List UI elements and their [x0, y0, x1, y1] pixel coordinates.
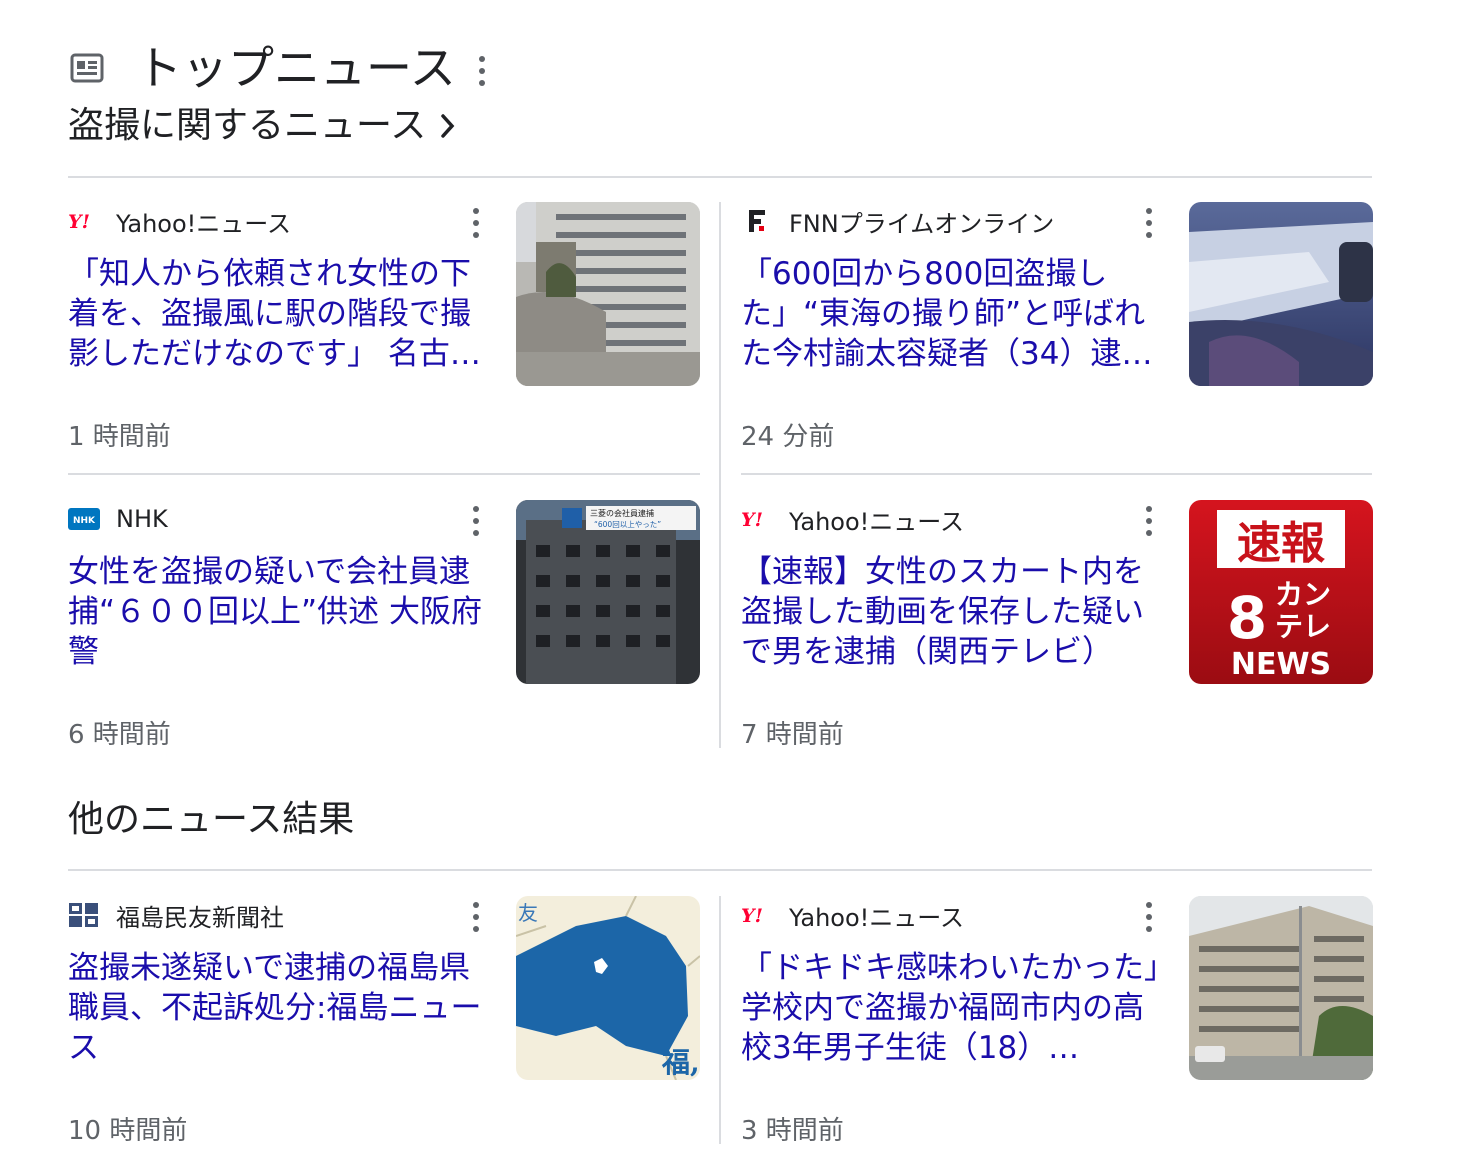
- thumbnail-text: テレ: [1275, 610, 1331, 643]
- timestamp: 1 時間前: [68, 422, 171, 452]
- timestamp: 3 時間前: [741, 1116, 844, 1146]
- news-headline[interactable]: 「知人から依頼され女性の下着を、盗撮風に駅の階段で撮影しただけなのです」 名古…: [68, 254, 492, 374]
- timestamp: 6 時間前: [68, 720, 171, 750]
- more-options-icon[interactable]: [472, 506, 480, 536]
- timestamp: 7 時間前: [741, 720, 844, 750]
- map-label: 福,: [661, 1046, 700, 1079]
- news-thumbnail[interactable]: [516, 202, 700, 386]
- more-options-icon[interactable]: [1145, 208, 1153, 238]
- more-options-icon[interactable]: [1145, 506, 1153, 536]
- news-card[interactable]: NHK NHK 女性を盗撮の疑いで会社員逮捕“６００回以上”供述 大阪府警 三菱…: [68, 500, 700, 770]
- news-headline[interactable]: 「600回から800回盗撮した」“東海の撮り師”と呼ばれた今村諭太容疑者（34）…: [741, 254, 1165, 374]
- news-thumbnail[interactable]: [1189, 896, 1373, 1080]
- news-card[interactable]: 福島民友新聞社 盗撮未遂疑いで逮捕の福島県職員、不起訴処分:福島ニュース 友 福…: [68, 896, 700, 1166]
- yahoo-logo: Y!: [68, 210, 100, 232]
- news-card[interactable]: Y! Yahoo!ニュース 【速報】女性のスカート内を盗撮した動画を保存した疑い…: [741, 500, 1373, 770]
- news-source: Y! Yahoo!ニュース: [68, 209, 292, 238]
- newspaper-icon: [70, 52, 104, 84]
- thumbnail-text: NEWS: [1231, 647, 1331, 682]
- topic-link-label: 盗撮に関するニュース: [68, 105, 427, 146]
- thumbnail-text: カン: [1275, 578, 1331, 611]
- news-headline[interactable]: 【速報】女性のスカート内を盗撮した動画を保存した疑いで男を逮捕（関西テレビ）: [741, 552, 1165, 672]
- svg-text:Y!: Y!: [68, 211, 90, 232]
- news-card[interactable]: Y! Yahoo!ニュース 「ドキドキ感味わいたかった」学校内で盗撮か福岡市内の…: [741, 896, 1373, 1166]
- thumbnail-caption: 三菱の会社員逮捕: [590, 508, 654, 518]
- more-options-icon[interactable]: [478, 56, 486, 86]
- news-source: NHK NHK: [68, 504, 168, 534]
- section-title: 他のニュース結果: [68, 799, 355, 840]
- news-thumbnail[interactable]: 三菱の会社員逮捕 “600回以上やった”: [516, 500, 700, 684]
- divider: [68, 473, 700, 475]
- minyu-logo: [68, 903, 100, 927]
- timestamp: 24 分前: [741, 422, 835, 452]
- more-options-icon[interactable]: [472, 902, 480, 932]
- thumbnail-text: 速報: [1237, 518, 1325, 569]
- chevron-right-icon: [441, 114, 455, 138]
- yahoo-logo: Y!: [741, 904, 773, 926]
- column-divider: [719, 896, 721, 1144]
- news-card[interactable]: Y! Yahoo!ニュース 「知人から依頼され女性の下着を、盗撮風に駅の階段で撮…: [68, 202, 700, 472]
- news-thumbnail[interactable]: 速報 8 カン テレ NEWS: [1189, 500, 1373, 684]
- thumbnail-caption: “600回以上やった”: [594, 520, 661, 529]
- section-title: トップニュース: [136, 41, 456, 95]
- news-headline[interactable]: 盗撮未遂疑いで逮捕の福島県職員、不起訴処分:福島ニュース: [68, 948, 492, 1068]
- more-options-icon[interactable]: [1145, 902, 1153, 932]
- timestamp: 10 時間前: [68, 1116, 188, 1146]
- topic-link[interactable]: 盗撮に関するニュース: [68, 102, 456, 150]
- news-source: FNNプライムオンライン: [741, 206, 1054, 238]
- news-headline[interactable]: 女性を盗撮の疑いで会社員逮捕“６００回以上”供述 大阪府警: [68, 552, 492, 672]
- news-card[interactable]: FNNプライムオンライン 「600回から800回盗撮した」“東海の撮り師”と呼ば…: [741, 202, 1373, 472]
- svg-text:NHK: NHK: [73, 516, 96, 526]
- thumbnail-text: 8: [1227, 584, 1267, 652]
- news-source: Y! Yahoo!ニュース: [741, 507, 965, 536]
- fnn-logo: [741, 210, 773, 232]
- yahoo-logo: Y!: [741, 508, 773, 530]
- more-options-icon[interactable]: [472, 208, 480, 238]
- map-label: 友: [518, 901, 538, 925]
- news-source: Y! Yahoo!ニュース: [741, 903, 965, 932]
- column-divider: [719, 202, 721, 748]
- news-thumbnail[interactable]: [1189, 202, 1373, 386]
- divider: [741, 473, 1372, 475]
- news-source: 福島民友新聞社: [68, 900, 284, 932]
- svg-text:Y!: Y!: [741, 509, 763, 530]
- nhk-logo: NHK: [68, 508, 100, 530]
- svg-text:Y!: Y!: [741, 905, 763, 926]
- divider: [68, 176, 1372, 178]
- news-headline[interactable]: 「ドキドキ感味わいたかった」学校内で盗撮か福岡市内の高校3年男子生徒（18）…: [741, 948, 1165, 1068]
- news-thumbnail[interactable]: 友 福,: [516, 896, 700, 1080]
- divider: [68, 869, 1372, 871]
